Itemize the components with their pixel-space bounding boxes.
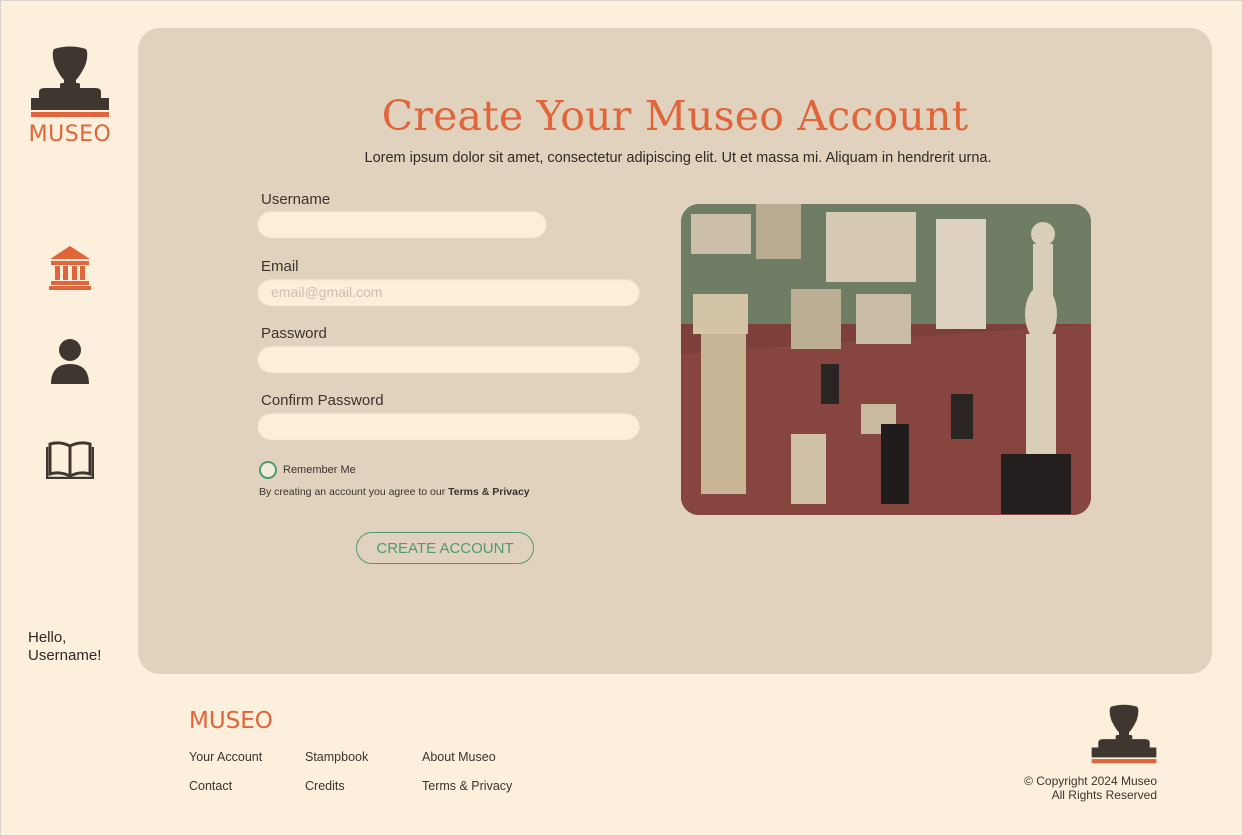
footer-link-your-account[interactable]: Your Account — [189, 750, 262, 764]
terms-prefix: By creating an account you agree to our — [259, 486, 449, 498]
footer-stamp-icon — [1091, 704, 1157, 764]
copyright: © Copyright 2024 Museo All Rights Reserv… — [1024, 774, 1157, 802]
footer-link-terms[interactable]: Terms & Privacy — [422, 779, 512, 793]
signup-card: Create Your Museo Account Lorem ipsum do… — [138, 28, 1212, 674]
remember-me[interactable]: Remember Me — [259, 461, 356, 479]
password-label: Password — [261, 325, 327, 342]
logo-text: MUSEO — [28, 122, 112, 147]
copyright-line-2: All Rights Reserved — [1051, 788, 1157, 802]
remember-me-label: Remember Me — [283, 464, 356, 476]
greeting-line-1: Hello, — [28, 629, 67, 646]
stamp-icon — [31, 46, 109, 117]
museum-gallery-image — [681, 204, 1091, 515]
username-label: Username — [261, 191, 331, 208]
email-field[interactable] — [257, 278, 640, 306]
museum-icon — [49, 246, 91, 290]
email-label: Email — [261, 258, 299, 275]
book-icon — [46, 441, 94, 479]
user-icon — [51, 339, 89, 384]
sidebar: MUSEO Hello, Username! — [0, 0, 138, 680]
footer-logo[interactable]: MUSEO — [189, 708, 273, 734]
greeting-username: Username! — [28, 647, 102, 664]
page-subtitle: Lorem ipsum dolor sit amet, consectetur … — [364, 150, 992, 166]
footer-link-credits[interactable]: Credits — [305, 779, 345, 793]
remember-me-radio[interactable] — [259, 461, 277, 479]
create-account-button[interactable]: CREATE ACCOUNT — [356, 532, 534, 564]
copyright-line-1: © Copyright 2024 Museo — [1024, 774, 1157, 788]
terms-note: By creating an account you agree to our … — [259, 486, 530, 498]
username-field[interactable] — [257, 210, 547, 238]
nav-museum[interactable] — [45, 242, 95, 292]
confirm-password-field[interactable] — [257, 412, 640, 440]
terms-link[interactable]: Terms & Privacy — [448, 486, 530, 498]
footer-link-contact[interactable]: Contact — [189, 779, 232, 793]
page-title: Create Your Museo Account — [381, 92, 969, 140]
confirm-password-label: Confirm Password — [261, 392, 384, 409]
museo-logo[interactable]: MUSEO — [26, 46, 114, 147]
greeting: Hello, Username! — [28, 629, 101, 665]
footer-link-stampbook[interactable]: Stampbook — [305, 750, 368, 764]
footer-link-about[interactable]: About Museo — [422, 750, 496, 764]
password-field[interactable] — [257, 345, 640, 373]
nav-profile[interactable] — [45, 336, 95, 386]
nav-stampbook[interactable] — [45, 434, 95, 484]
